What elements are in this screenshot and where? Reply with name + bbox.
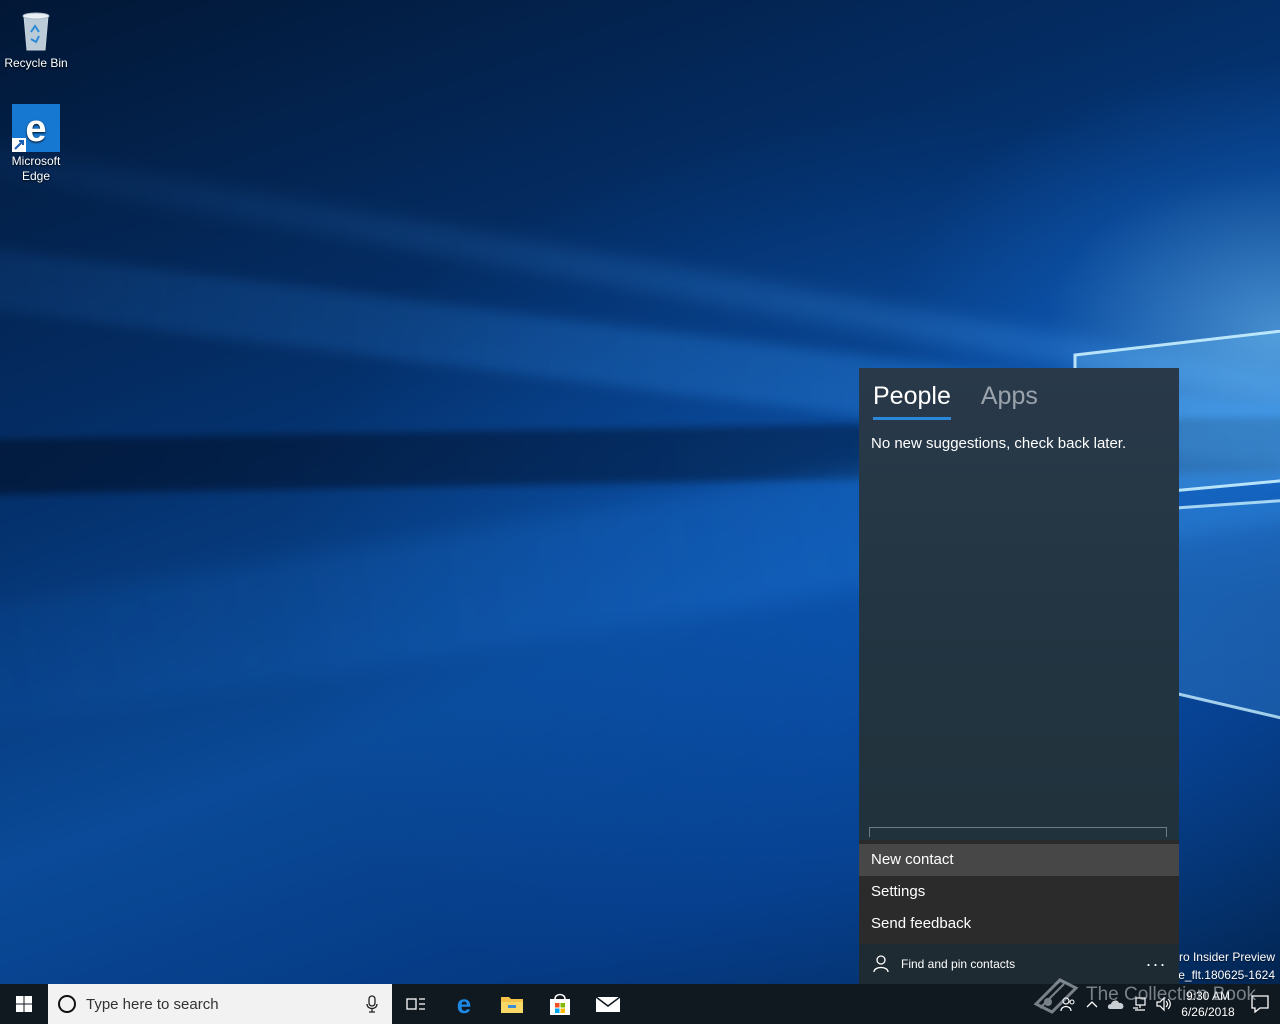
new-contact-menu-item[interactable]: New contact — [859, 844, 1179, 876]
people-tabs: People Apps — [873, 382, 1068, 420]
find-contacts-label: Find and pin contacts — [901, 957, 1016, 971]
mail-icon — [595, 996, 621, 1012]
mail-button[interactable] — [584, 984, 632, 1024]
context-menu: New contact Settings Send feedback — [859, 840, 1179, 944]
tab-apps[interactable]: Apps — [981, 382, 1038, 420]
task-view-button[interactable] — [392, 984, 440, 1024]
action-center-icon — [1251, 995, 1269, 1013]
tab-people[interactable]: People — [873, 382, 951, 420]
recycle-bin-label: Recycle Bin — [4, 56, 68, 70]
volume-icon — [1156, 996, 1171, 1012]
onedrive-tray-button[interactable] — [1104, 984, 1128, 1024]
start-button[interactable] — [0, 984, 48, 1024]
clock-date: 6/26/2018 — [1181, 1005, 1235, 1019]
settings-menu-item[interactable]: Settings — [859, 876, 1179, 908]
edge-icon: e — [12, 104, 60, 152]
no-suggestions-message: No new suggestions, check back later. — [871, 435, 1127, 452]
svg-text:e: e — [25, 108, 46, 150]
store-icon — [550, 993, 570, 1015]
system-tray: 9:30 AM 6/26/2018 — [1056, 984, 1280, 1024]
send-feedback-menu-item[interactable]: Send feedback — [859, 908, 1179, 940]
action-center-button[interactable] — [1240, 984, 1280, 1024]
find-and-pin-contacts[interactable]: Find and pin contacts ... — [859, 944, 1179, 984]
edge-taskbar-button[interactable]: e — [440, 984, 488, 1024]
cortana-icon — [58, 995, 76, 1013]
svg-text:e: e — [457, 992, 471, 1016]
task-view-icon — [406, 998, 425, 1010]
chevron-up-icon — [1086, 1001, 1098, 1008]
recycle-bin-icon — [12, 6, 60, 54]
store-button[interactable] — [536, 984, 584, 1024]
people-tray-button[interactable] — [1056, 984, 1080, 1024]
search-placeholder: Type here to search — [86, 995, 219, 1013]
people-flyout: People Apps No new suggestions, check ba… — [859, 368, 1179, 984]
build-watermark-line2: se_flt.180625-1624 — [1172, 968, 1275, 982]
search-box[interactable]: Type here to search — [48, 984, 392, 1024]
people-icon — [1060, 997, 1075, 1012]
edge-label-line1: Microsoft — [11, 154, 61, 168]
onedrive-icon — [1107, 1000, 1124, 1009]
file-explorer-button[interactable] — [488, 984, 536, 1024]
person-icon — [873, 955, 889, 973]
build-watermark-line1: Pro Insider Preview — [1170, 950, 1275, 964]
more-options-button[interactable]: ... — [1146, 950, 1167, 971]
network-tray-button[interactable] — [1128, 984, 1152, 1024]
recycle-bin-shortcut[interactable]: Recycle Bin — [0, 6, 72, 71]
network-icon — [1133, 997, 1146, 1011]
taskbar: Type here to search e 9:30 AM 6/26/2018 … — [0, 978, 1280, 1024]
show-hidden-icons-button[interactable] — [1080, 984, 1104, 1024]
edge-icon: e — [457, 992, 471, 1016]
microphone-icon[interactable] — [366, 995, 378, 1013]
file-explorer-icon — [501, 997, 523, 1013]
divider — [869, 827, 1167, 837]
volume-tray-button[interactable] — [1152, 984, 1176, 1024]
edge-shortcut[interactable]: e Microsoft Edge — [0, 104, 72, 184]
clock-time: 9:30 AM — [1185, 989, 1231, 1003]
clock[interactable]: 9:30 AM 6/26/2018 — [1176, 988, 1240, 1020]
windows-start-icon — [16, 996, 32, 1012]
edge-label-line2: Edge — [21, 169, 51, 183]
